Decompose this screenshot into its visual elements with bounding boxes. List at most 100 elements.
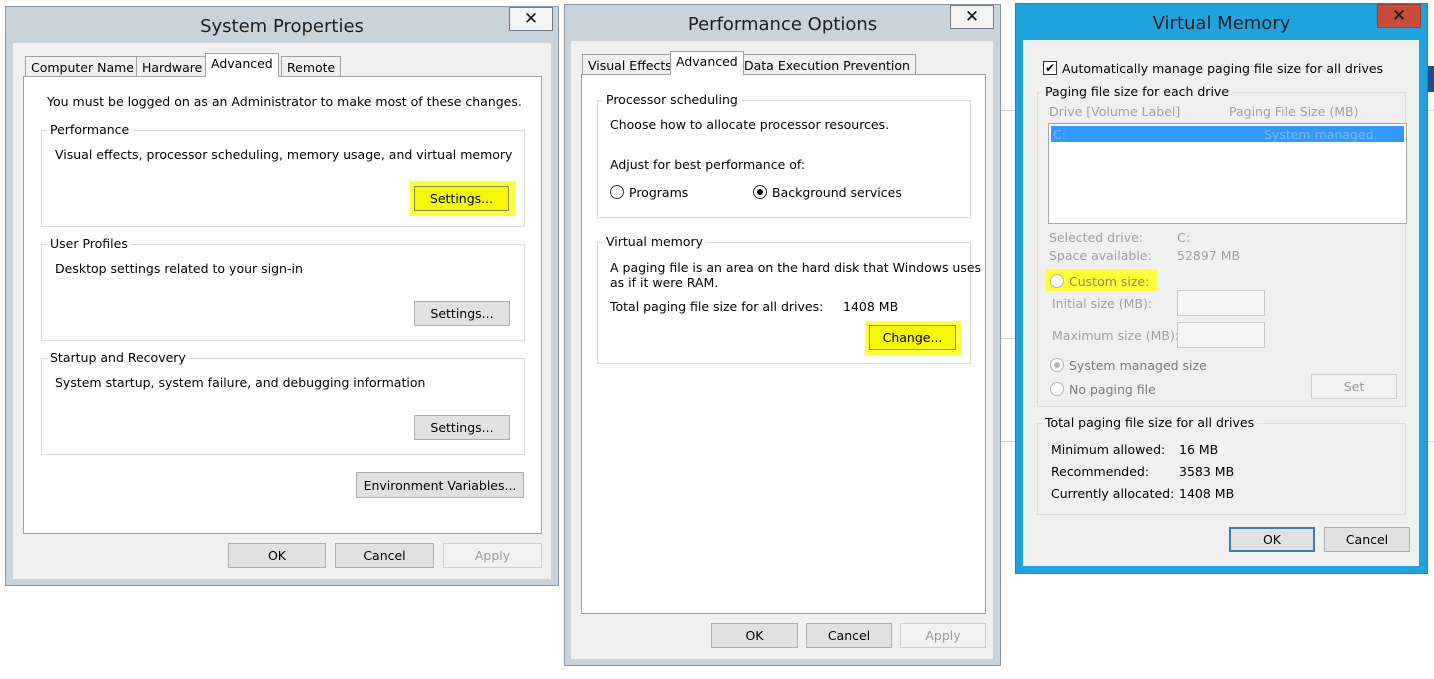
performance-group: Performance Visual effects, processor sc…: [41, 122, 525, 227]
apply-button[interactable]: Apply: [900, 623, 986, 648]
per-drive-label: Paging file size for each drive: [1042, 84, 1233, 99]
close-icon: ✕: [523, 9, 539, 29]
tab-advanced[interactable]: Advanced: [205, 53, 279, 77]
close-button[interactable]: ✕: [1377, 4, 1421, 28]
maximum-size-input[interactable]: [1177, 322, 1265, 348]
window-client: Computer Name Hardware Advanced Remote Y…: [13, 43, 551, 579]
background-line: [1428, 110, 1434, 111]
background-accent: [1428, 66, 1434, 92]
no-paging-radio[interactable]: [1050, 382, 1064, 396]
tab-computer-name[interactable]: Computer Name: [25, 56, 140, 77]
processor-scheduling-label: Processor scheduling: [603, 92, 741, 107]
startup-recovery-settings-button[interactable]: Settings...: [414, 415, 510, 440]
space-available-value: 52897 MB: [1177, 248, 1241, 263]
currently-allocated-value: 1408 MB: [1179, 486, 1235, 501]
virtual-memory-label: Virtual memory: [603, 234, 707, 249]
drive-paging-size: System managed: [1264, 127, 1374, 142]
total-paging-value: 1408 MB: [843, 299, 899, 314]
startup-recovery-description: System startup, system failure, and debu…: [55, 375, 426, 390]
totals-group: Total paging file size for all drives Mi…: [1037, 415, 1406, 515]
admin-note: You must be logged on as an Administrato…: [47, 94, 522, 109]
change-button[interactable]: Change...: [869, 325, 956, 350]
currently-allocated-label: Currently allocated:: [1051, 486, 1175, 501]
tab-advanced[interactable]: Advanced: [670, 51, 744, 75]
window-client: Visual Effects Advanced Data Execution P…: [571, 41, 993, 659]
cancel-button[interactable]: Cancel: [806, 623, 892, 648]
minimum-allowed-value: 16 MB: [1179, 442, 1219, 457]
checkmark-icon: ✔: [1044, 61, 1056, 75]
space-available-label: Space available:: [1049, 248, 1152, 263]
user-profiles-settings-button[interactable]: Settings...: [414, 301, 510, 326]
close-button[interactable]: ✕: [509, 7, 553, 31]
background-services-label: Background services: [772, 185, 902, 200]
window-client: ✔ Automatically manage paging file size …: [1023, 40, 1419, 566]
window-title: Virtual Memory: [1152, 13, 1291, 34]
size-column-header: Paging File Size (MB): [1229, 104, 1359, 119]
drive-list[interactable]: C: System managed: [1048, 123, 1407, 224]
background-line: [1000, 338, 1016, 339]
startup-recovery-label: Startup and Recovery: [47, 350, 189, 365]
selected-drive-value: C:: [1177, 230, 1190, 245]
ok-button[interactable]: OK: [711, 623, 798, 648]
startup-recovery-group: Startup and Recovery System startup, sys…: [41, 350, 525, 455]
list-item[interactable]: C: System managed: [1051, 126, 1404, 142]
recommended-value: 3583 MB: [1179, 464, 1235, 479]
background-line: [1000, 441, 1016, 442]
tab-data-execution-prevention[interactable]: Data Execution Prevention: [738, 54, 916, 75]
initial-size-input[interactable]: [1177, 290, 1265, 316]
minimum-allowed-label: Minimum allowed:: [1051, 442, 1166, 457]
virtual-memory-description-line1: A paging file is an area on the hard dis…: [610, 260, 982, 275]
set-button[interactable]: Set: [1311, 374, 1397, 399]
adjust-label: Adjust for best performance of:: [610, 157, 806, 172]
ok-button[interactable]: OK: [1229, 527, 1315, 552]
processor-description: Choose how to allocate processor resourc…: [610, 117, 890, 132]
advanced-tab-page: Processor scheduling Choose how to alloc…: [581, 74, 986, 614]
per-drive-group: Paging file size for each drive Drive [V…: [1037, 84, 1407, 407]
custom-size-radio[interactable]: [1050, 274, 1064, 288]
background-services-radio[interactable]: [753, 185, 767, 199]
cancel-button[interactable]: Cancel: [1324, 527, 1410, 552]
auto-manage-label: Automatically manage paging file size fo…: [1062, 61, 1384, 76]
virtual-memory-window: Virtual Memory ✕ ✔ Automatically manage …: [1015, 3, 1428, 574]
advanced-tab-page: You must be logged on as an Administrato…: [23, 76, 542, 534]
custom-size-label: Custom size:: [1069, 274, 1150, 289]
virtual-memory-description-line2: as if it were RAM.: [610, 275, 719, 290]
drive-column-header: Drive [Volume Label]: [1049, 104, 1181, 119]
virtual-memory-group: Virtual memory A paging file is an area …: [597, 234, 981, 364]
close-button[interactable]: ✕: [950, 5, 994, 29]
initial-size-label: Initial size (MB):: [1052, 296, 1153, 311]
processor-scheduling-group: Processor scheduling Choose how to alloc…: [597, 92, 971, 218]
user-profiles-description: Desktop settings related to your sign-in: [55, 261, 303, 276]
background-line: [1000, 110, 1016, 111]
performance-description: Visual effects, processor scheduling, me…: [55, 147, 513, 162]
tab-visual-effects[interactable]: Visual Effects: [582, 54, 678, 75]
cancel-button[interactable]: Cancel: [335, 543, 434, 568]
environment-variables-button[interactable]: Environment Variables...: [356, 472, 524, 498]
performance-options-window: Performance Options ✕ Visual Effects Adv…: [564, 4, 1001, 666]
no-paging-label: No paging file: [1069, 382, 1156, 397]
performance-label: Performance: [47, 122, 133, 137]
tab-remote[interactable]: Remote: [281, 56, 342, 77]
background-line: [1428, 441, 1434, 442]
auto-manage-checkbox[interactable]: ✔: [1043, 61, 1057, 75]
user-profiles-group: User Profiles Desktop settings related t…: [41, 236, 525, 341]
programs-radio[interactable]: [610, 185, 624, 199]
drive-letter: C:: [1053, 127, 1066, 142]
system-managed-radio[interactable]: [1050, 358, 1064, 372]
window-title: Performance Options: [687, 14, 878, 35]
recommended-label: Recommended:: [1051, 464, 1150, 479]
totals-label: Total paging file size for all drives: [1042, 415, 1258, 430]
total-paging-label: Total paging file size for all drives:: [610, 299, 824, 314]
performance-settings-button[interactable]: Settings...: [414, 186, 509, 211]
window-title: System Properties: [200, 16, 364, 37]
maximum-size-label: Maximum size (MB):: [1052, 328, 1180, 343]
apply-button[interactable]: Apply: [443, 543, 542, 568]
tab-hardware[interactable]: Hardware: [136, 56, 209, 77]
close-icon: ✕: [964, 7, 980, 27]
system-properties-window: System Properties ✕ Computer Name Hardwa…: [5, 6, 559, 586]
selected-drive-label: Selected drive:: [1049, 230, 1144, 245]
ok-button[interactable]: OK: [228, 543, 326, 568]
system-managed-label: System managed size: [1069, 358, 1207, 373]
close-icon: ✕: [1391, 6, 1407, 26]
user-profiles-label: User Profiles: [47, 236, 131, 251]
